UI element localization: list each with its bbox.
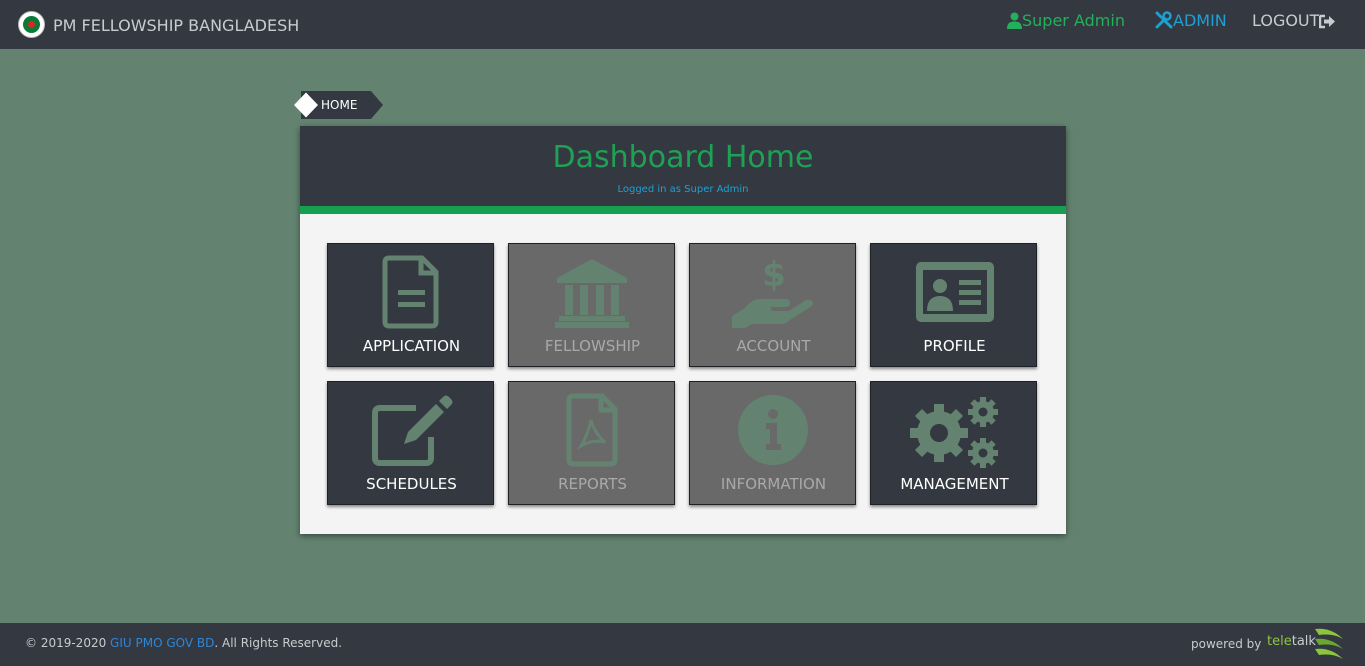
- footer: © 2019-2020 GIU PMO GOV BD. All Rights R…: [0, 623, 1365, 666]
- schedules-tile[interactable]: SCHEDULES: [327, 381, 494, 505]
- management-tile[interactable]: MANAGEMENT: [870, 381, 1037, 505]
- information-tile[interactable]: INFORMATION: [689, 381, 856, 505]
- admin-menu[interactable]: ADMIN: [1155, 11, 1227, 30]
- application-tile[interactable]: APPLICATION: [327, 243, 494, 367]
- svg-text:$: $: [762, 255, 786, 295]
- copyright: © 2019-2020 GIU PMO GOV BD. All Rights R…: [25, 636, 342, 650]
- admin-label: ADMIN: [1173, 11, 1227, 30]
- user-icon: [1007, 12, 1022, 29]
- tools-icon: [1155, 11, 1173, 29]
- breadcrumb[interactable]: HOME: [293, 91, 383, 119]
- logout-label: LOGOUT: [1252, 11, 1320, 30]
- tile-label: FELLOWSHIP: [544, 337, 641, 355]
- file-icon: [382, 255, 439, 329]
- info-circle-icon: [738, 395, 808, 465]
- tile-label: PROFILE: [923, 337, 986, 355]
- tile-label: SCHEDULES: [366, 475, 457, 493]
- tile-label: ACCOUNT: [736, 337, 811, 355]
- sign-out-icon: [1319, 14, 1336, 29]
- giu-pmo-link[interactable]: GIU PMO GOV BD: [110, 636, 214, 650]
- reports-tile[interactable]: REPORTS: [508, 381, 675, 505]
- dashboard-panel: Dashboard Home Logged in as Super Admin …: [300, 126, 1066, 534]
- user-name: Super Admin: [1022, 11, 1125, 30]
- top-navbar: PM FELLOWSHIP BANGLADESH Super Admin ADM…: [0, 0, 1365, 49]
- pdf-file-icon: [566, 393, 618, 467]
- copyright-suffix: . All Rights Reserved.: [214, 636, 343, 650]
- copyright-prefix: © 2019-2020: [25, 636, 111, 650]
- tile-label: REPORTS: [558, 475, 627, 493]
- government-logo-icon[interactable]: [18, 11, 45, 38]
- logout-button[interactable]: LOGOUT: [1252, 11, 1336, 30]
- breadcrumb-home[interactable]: HOME: [321, 98, 357, 112]
- bank-icon: [555, 259, 629, 328]
- teletalk-mark-icon: [1315, 628, 1343, 659]
- powered-by-text: powered by: [1191, 637, 1262, 651]
- page-title: Dashboard Home: [552, 140, 814, 175]
- gears-icon: [910, 397, 998, 468]
- tile-label: MANAGEMENT: [900, 475, 1009, 493]
- login-status: Logged in as Super Admin: [617, 184, 749, 195]
- tile-label: INFORMATION: [720, 475, 827, 493]
- logo-tele: tele: [1267, 634, 1292, 649]
- teletalk-logo[interactable]: teletalk: [1267, 634, 1316, 649]
- user-menu[interactable]: Super Admin: [1007, 11, 1125, 30]
- tile-label: APPLICATION: [362, 337, 461, 355]
- account-tile[interactable]: $ ACCOUNT: [689, 243, 856, 367]
- profile-tile[interactable]: PROFILE: [870, 243, 1037, 367]
- hand-dollar-icon: $: [732, 255, 814, 328]
- edit-icon: [372, 395, 453, 466]
- brand-title[interactable]: PM FELLOWSHIP BANGLADESH: [53, 16, 299, 35]
- panel-header: Dashboard Home Logged in as Super Admin: [300, 126, 1066, 206]
- header-divider: [300, 206, 1066, 214]
- fellowship-tile[interactable]: FELLOWSHIP: [508, 243, 675, 367]
- id-card-icon: [916, 262, 994, 322]
